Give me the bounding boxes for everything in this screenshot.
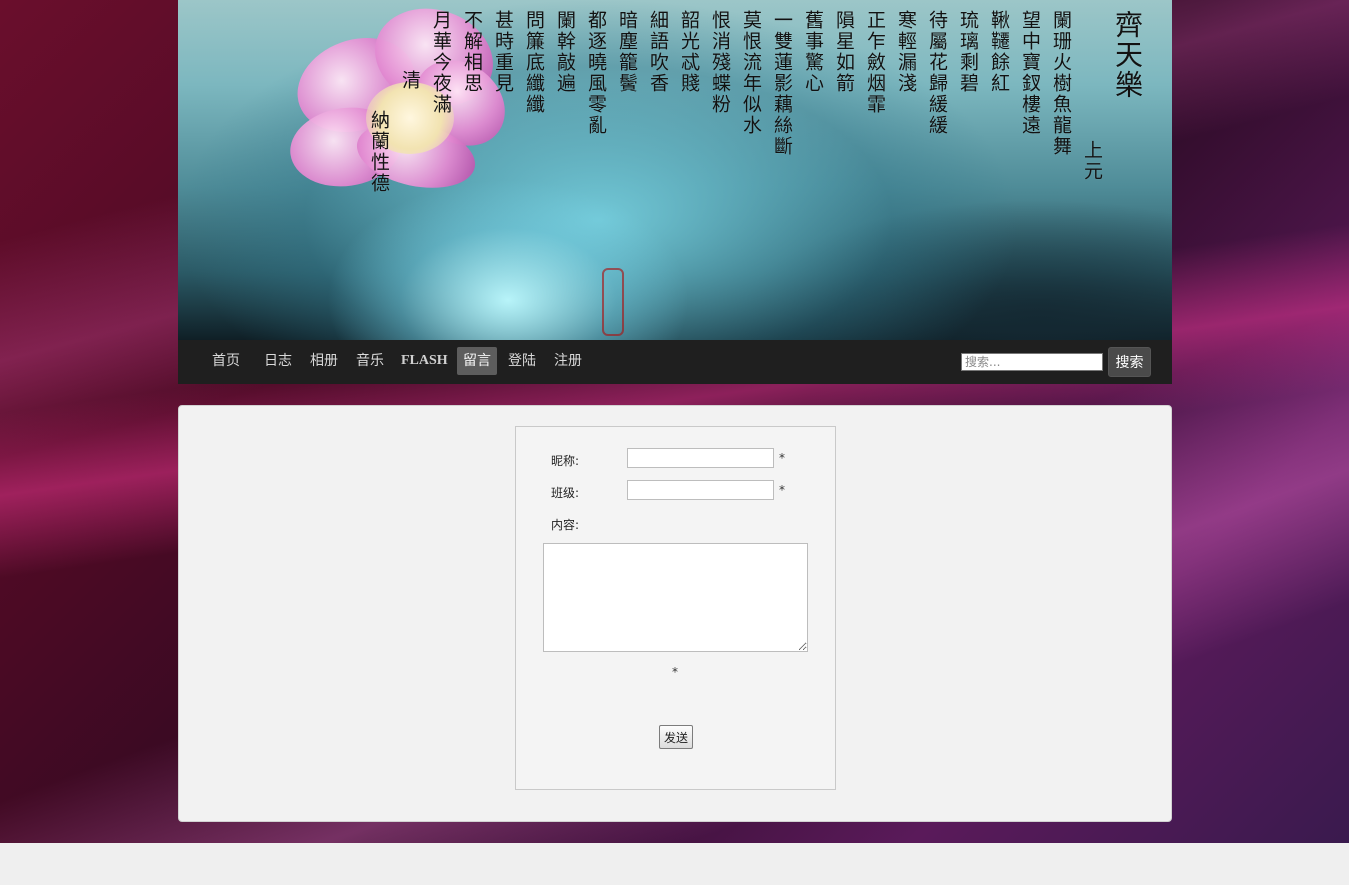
- nickname-required-mark: *: [779, 451, 785, 465]
- poem-line: 不解相思: [461, 10, 483, 94]
- nickname-label: 昵称:: [551, 454, 580, 468]
- content-required-mark: *: [672, 665, 678, 679]
- poem-subtitle: 上元: [1081, 140, 1103, 182]
- poem-line: 鞦韆餘紅: [988, 10, 1010, 94]
- poem-line: 望中寶釵樓遠: [1019, 10, 1041, 136]
- content-textarea[interactable]: [543, 543, 808, 652]
- page-footer-strip: [0, 843, 1349, 885]
- poem-line: 闌幹敲遍: [554, 10, 576, 94]
- class-input[interactable]: [627, 480, 774, 500]
- poem-line: 正乍斂烟霏: [864, 10, 886, 115]
- poem-line: 韶光忒賤: [678, 10, 700, 94]
- poem-text: 齊天樂 上元 闌珊火樹魚龍舞 望中寶釵樓遠 鞦韆餘紅 琉璃剩碧 待屬花歸緩緩 寒…: [366, 10, 1144, 194]
- poem-title: 齊天樂: [1111, 10, 1144, 100]
- poem-line: 都逐曉風零亂: [585, 10, 607, 136]
- poem-author-name: 納蘭性德: [368, 110, 390, 194]
- send-button[interactable]: 发送: [659, 725, 693, 749]
- class-label: 班级:: [551, 486, 580, 500]
- poem-line: 暗塵籠鬢: [616, 10, 638, 94]
- nickname-input[interactable]: [627, 448, 774, 468]
- poem-line: 月華今夜滿: [430, 10, 452, 115]
- poem-line: 恨消殘蝶粉: [709, 10, 731, 115]
- poem-line: 待屬花歸緩緩: [926, 10, 948, 136]
- poem-line: 舊事驚心: [802, 10, 824, 94]
- nav-item-home[interactable]: 首页: [206, 347, 246, 375]
- content-label: 内容:: [551, 518, 580, 532]
- nav-item-music[interactable]: 音乐: [350, 347, 390, 375]
- search-input[interactable]: [961, 353, 1103, 371]
- poem-line: 細語吹香: [647, 10, 669, 94]
- nav-item-login[interactable]: 登陆: [502, 347, 542, 375]
- poem-line: 寒輕漏淺: [895, 10, 917, 94]
- poem-line: 闌珊火樹魚龍舞: [1050, 10, 1072, 157]
- main-nav: 首页 日志 相册 音乐 FLASH 留言 登陆 注册 搜索: [178, 340, 1172, 384]
- nav-item-blog[interactable]: 日志: [258, 347, 298, 375]
- nav-item-flash[interactable]: FLASH: [395, 347, 454, 375]
- poem-line: 莫恨流年似水: [740, 10, 762, 136]
- nav-item-guestbook[interactable]: 留言: [457, 347, 497, 375]
- main-content: 昵称: * 班级: * 内容: * 发送: [178, 405, 1172, 822]
- nav-item-album[interactable]: 相册: [304, 347, 344, 375]
- class-required-mark: *: [779, 483, 785, 497]
- poem-line: 甚時重見: [492, 10, 514, 94]
- seal-stamp: [602, 268, 624, 336]
- nav-item-register[interactable]: 注册: [548, 347, 588, 375]
- poem-line: 問簾底纖纖: [523, 10, 545, 115]
- poem-author-dynasty: 清: [399, 70, 421, 91]
- header-banner: 齊天樂 上元 闌珊火樹魚龍舞 望中寶釵樓遠 鞦韆餘紅 琉璃剩碧 待屬花歸緩緩 寒…: [178, 0, 1172, 340]
- poem-line: 一雙蓮影藕絲斷: [771, 10, 793, 157]
- poem-line: 隕星如箭: [833, 10, 855, 94]
- poem-line: 琉璃剩碧: [957, 10, 979, 94]
- guestbook-form: 昵称: * 班级: * 内容: * 发送: [515, 426, 836, 790]
- search-button[interactable]: 搜索: [1108, 347, 1151, 377]
